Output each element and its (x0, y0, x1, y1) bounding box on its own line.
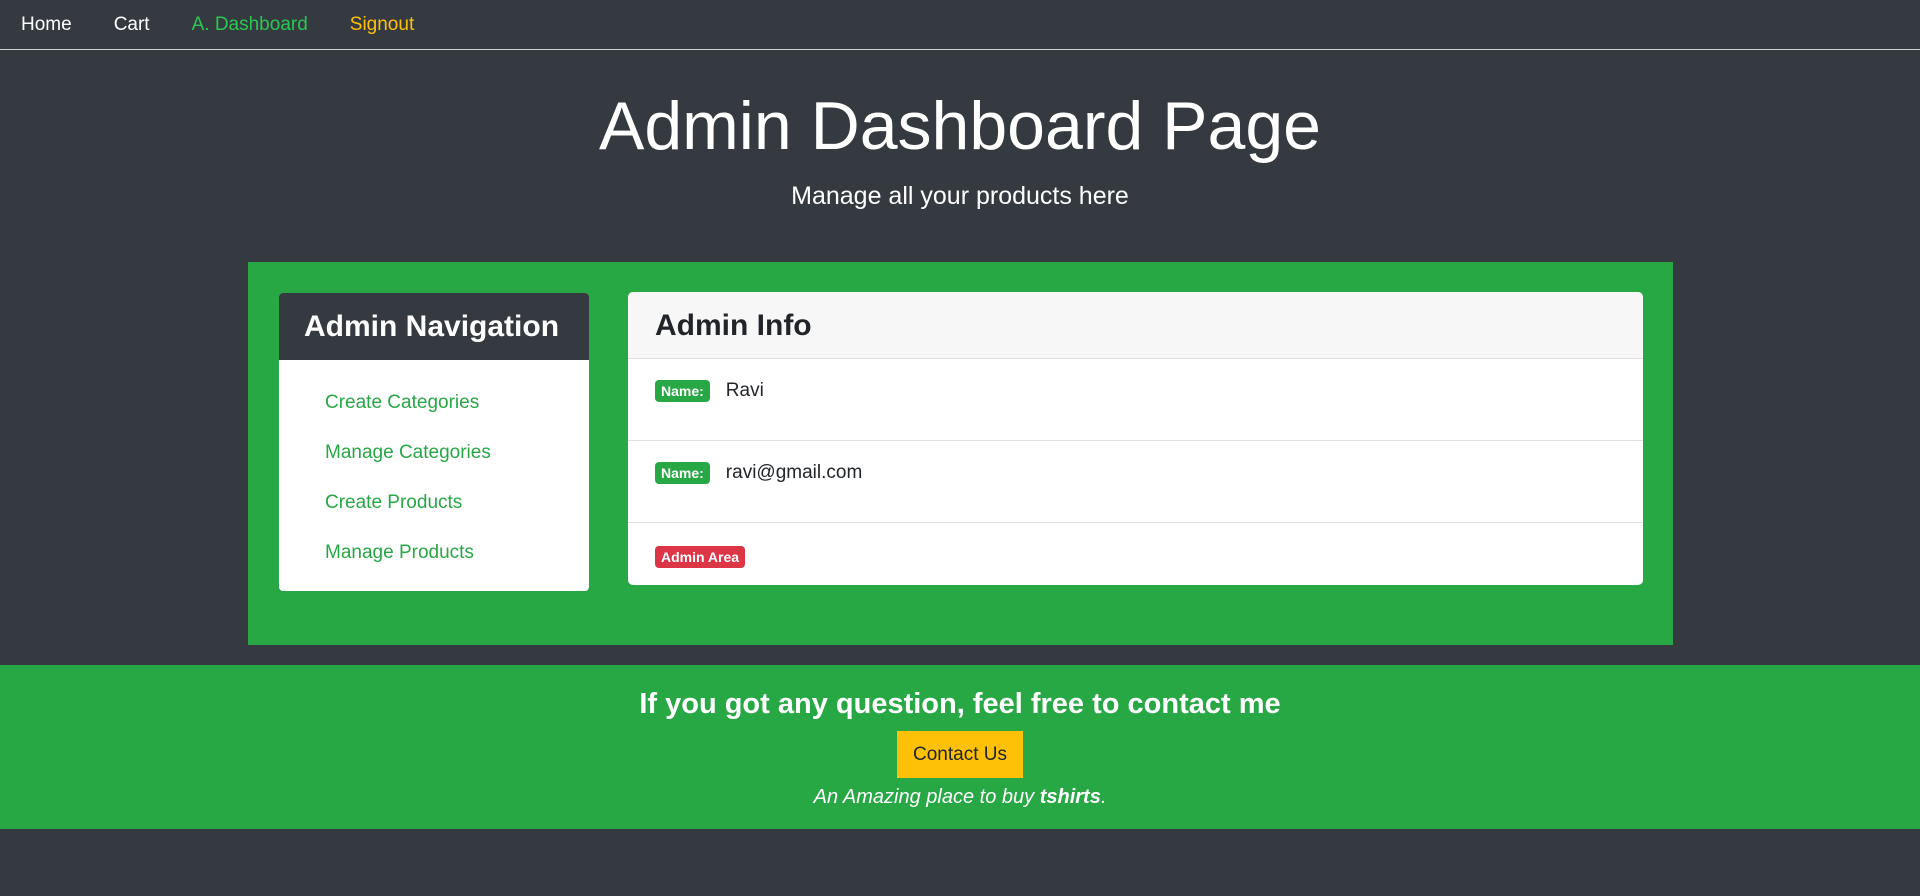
admin-info-card: Admin Info Name: Ravi Name: ravi@gmail.c… (628, 292, 1643, 585)
tagline-highlight: tshirts (1039, 786, 1101, 808)
nav-home-link[interactable]: Home (21, 0, 72, 50)
nav-cart-link[interactable]: Cart (114, 0, 150, 50)
page-subtitle: Manage all your products here (791, 182, 1129, 210)
create-categories-link[interactable]: Create Categories (325, 392, 479, 413)
name-badge: Name: (655, 380, 710, 402)
admin-area-badge: Admin Area (655, 546, 746, 568)
admin-navigation-card: Admin Navigation Create Categories Manag… (278, 292, 590, 592)
admin-name-value: Ravi (725, 380, 764, 401)
footer-tagline: An Amazing place to buy tshirts. (0, 784, 1920, 810)
top-navbar: Home Cart A. Dashboard Signout (0, 0, 1920, 50)
contact-us-button[interactable]: Contact Us (897, 731, 1023, 778)
list-item: Create Categories (325, 378, 589, 428)
nav-dashboard-link[interactable]: A. Dashboard (192, 0, 308, 50)
list-item: Manage Categories (325, 428, 589, 478)
create-products-link[interactable]: Create Products (325, 492, 462, 513)
nav-signout-link[interactable]: Signout (350, 0, 414, 50)
footer-heading: If you got any question, feel free to co… (639, 688, 1281, 720)
email-badge: Name: (655, 462, 710, 484)
admin-email-row: Name: ravi@gmail.com (628, 441, 1643, 523)
admin-name-row: Name: Ravi (628, 359, 1643, 441)
tagline-prefix: An Amazing place to buy (813, 786, 1040, 808)
admin-area-row: Admin Area (628, 523, 1643, 585)
admin-info-title: Admin Info (628, 292, 1643, 359)
manage-categories-link[interactable]: Manage Categories (325, 442, 491, 463)
dashboard-content: Admin Navigation Create Categories Manag… (248, 262, 1673, 645)
tagline-suffix: . (1100, 786, 1107, 808)
page-title: Admin Dashboard Page (598, 88, 1321, 164)
admin-navigation-title: Admin Navigation (279, 293, 589, 360)
list-item: Create Products (325, 478, 589, 528)
footer: If you got any question, feel free to co… (0, 665, 1920, 829)
manage-products-link[interactable]: Manage Products (325, 542, 474, 563)
admin-email-value: ravi@gmail.com (725, 462, 863, 483)
admin-navigation-list: Create Categories Manage Categories Crea… (279, 360, 589, 578)
list-item: Manage Products (325, 528, 589, 578)
